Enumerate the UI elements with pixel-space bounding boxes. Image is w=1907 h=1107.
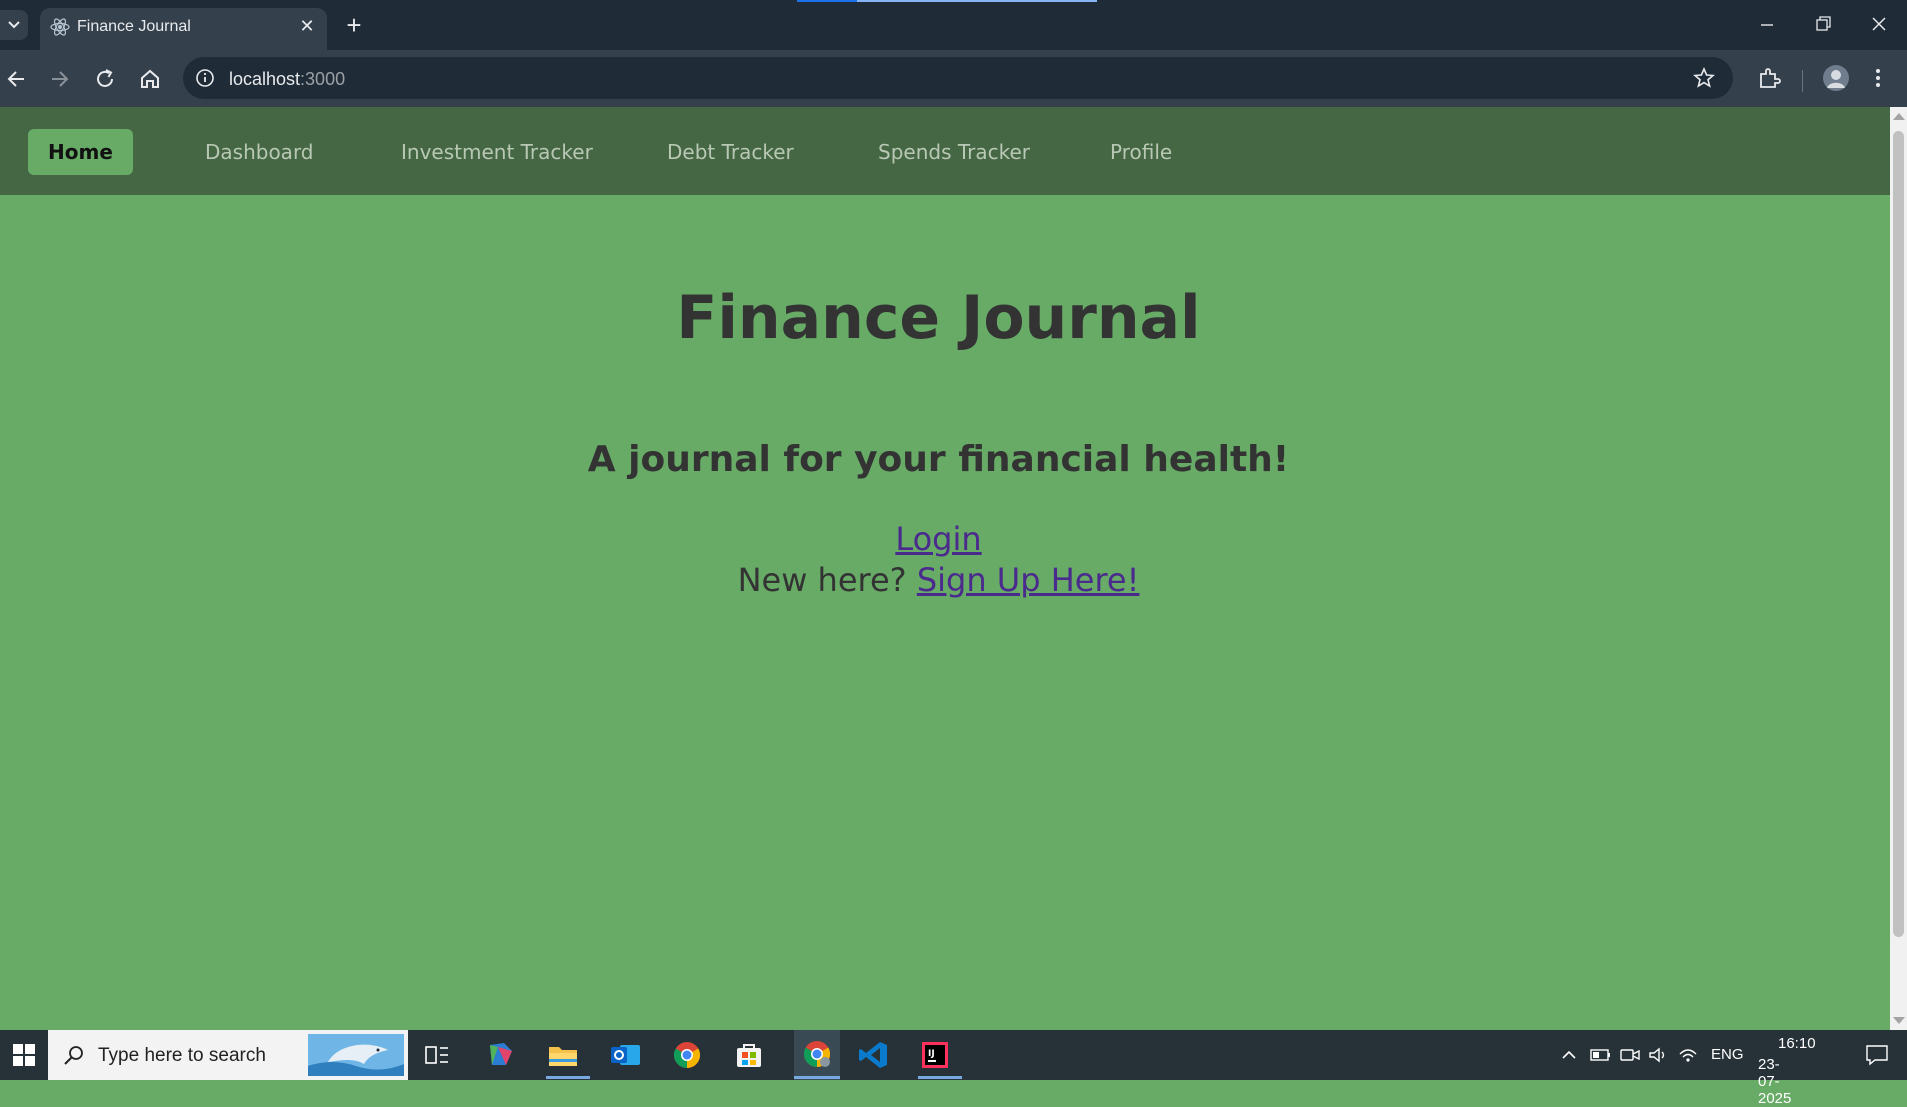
home-icon[interactable]: [137, 66, 163, 92]
active-indicator: [794, 1076, 840, 1079]
nav-profile[interactable]: Profile: [1110, 129, 1172, 175]
site-info-icon[interactable]: [195, 68, 215, 88]
vscode-icon[interactable]: [856, 1039, 890, 1071]
signup-link[interactable]: Sign Up Here!: [917, 561, 1140, 599]
browser-tab[interactable]: Finance Journal ✕: [40, 8, 327, 50]
chrome-icon[interactable]: [670, 1039, 704, 1071]
browser-menu-icon[interactable]: [1874, 66, 1882, 95]
app-navbar: Home Dashboard Investment Tracker Debt T…: [0, 107, 1890, 195]
battery-icon[interactable]: [1590, 1046, 1612, 1064]
clock-date[interactable]: 23-07-2025: [1758, 1056, 1791, 1107]
signup-prompt: New here?: [737, 561, 907, 599]
url-port: :3000: [300, 69, 346, 89]
react-logo-icon: [50, 18, 70, 36]
reload-icon[interactable]: [92, 66, 118, 92]
page-subtitle: A journal for your financial health!: [587, 439, 1290, 480]
page-title: Finance Journal: [676, 283, 1201, 353]
toolbar-divider: [1802, 70, 1803, 92]
camera-icon[interactable]: [1620, 1046, 1640, 1064]
active-indicator: [918, 1076, 962, 1079]
address-bar[interactable]: localhost:3000: [183, 57, 1733, 99]
tab-close-icon[interactable]: ✕: [297, 16, 317, 36]
taskbar-search[interactable]: Type here to search: [48, 1030, 408, 1080]
search-icon: [64, 1046, 83, 1065]
login-row: Login: [0, 520, 1877, 558]
page-scrollbar[interactable]: [1890, 107, 1907, 1030]
intellij-icon[interactable]: IJ: [918, 1039, 952, 1071]
wifi-icon[interactable]: [1678, 1046, 1698, 1064]
file-explorer-icon[interactable]: [546, 1039, 580, 1071]
browser-toolbar: localhost:3000: [0, 50, 1907, 107]
outlook-icon[interactable]: [608, 1039, 642, 1071]
tab-search-button[interactable]: [0, 10, 28, 40]
new-tab-button[interactable]: +: [340, 12, 368, 38]
search-placeholder: Type here to search: [98, 1045, 266, 1066]
svg-text:IJ: IJ: [928, 1049, 935, 1059]
start-button[interactable]: [0, 1030, 48, 1080]
scroll-up-arrow-icon[interactable]: [1893, 113, 1905, 120]
notifications-icon[interactable]: [1865, 1044, 1889, 1066]
show-hidden-icons-chevron-icon[interactable]: [1560, 1046, 1578, 1064]
chrome-profile-icon[interactable]: [794, 1030, 840, 1080]
url-host: localhost: [229, 69, 301, 89]
nav-spends-tracker[interactable]: Spends Tracker: [878, 129, 1030, 175]
windows-taskbar: Type here to search IJ ENG 16:10 23-07-2…: [0, 1030, 1907, 1107]
profile-avatar[interactable]: [1822, 64, 1850, 97]
microsoft-365-icon[interactable]: [484, 1039, 518, 1071]
search-highlight-illustration: [308, 1034, 404, 1076]
scroll-thumb[interactable]: [1893, 131, 1904, 937]
close-window-icon[interactable]: [1864, 12, 1894, 38]
chevron-down-icon: [8, 21, 20, 29]
tab-title: Finance Journal: [77, 18, 191, 35]
signup-row: New here? Sign Up Here!: [0, 561, 1877, 599]
nav-investment-tracker[interactable]: Investment Tracker: [401, 129, 593, 175]
nav-dashboard[interactable]: Dashboard: [205, 129, 314, 175]
browser-tabstrip: Finance Journal ✕ +: [0, 0, 1907, 50]
scroll-down-arrow-icon[interactable]: [1893, 1017, 1905, 1024]
nav-debt-tracker[interactable]: Debt Tracker: [667, 129, 794, 175]
bookmark-star-icon[interactable]: [1693, 67, 1715, 89]
login-link[interactable]: Login: [895, 520, 981, 558]
clock-time[interactable]: 16:10: [1778, 1035, 1816, 1052]
extensions-icon[interactable]: [1757, 66, 1781, 95]
task-view-icon[interactable]: [420, 1039, 454, 1071]
minimize-icon[interactable]: [1752, 12, 1782, 38]
windows-logo-icon: [13, 1044, 35, 1066]
forward-icon[interactable]: [46, 66, 72, 92]
nav-home[interactable]: Home: [28, 129, 133, 175]
url-text[interactable]: localhost:3000: [229, 69, 345, 90]
restore-icon[interactable]: [1808, 12, 1838, 38]
page-content: Home Dashboard Investment Tracker Debt T…: [0, 107, 1890, 1030]
back-icon[interactable]: [4, 66, 30, 92]
language-indicator[interactable]: ENG: [1711, 1046, 1744, 1063]
active-indicator: [546, 1076, 590, 1079]
volume-icon[interactable]: [1648, 1046, 1668, 1064]
microsoft-store-icon[interactable]: [732, 1039, 766, 1071]
loading-indicator: [797, 0, 1097, 2]
